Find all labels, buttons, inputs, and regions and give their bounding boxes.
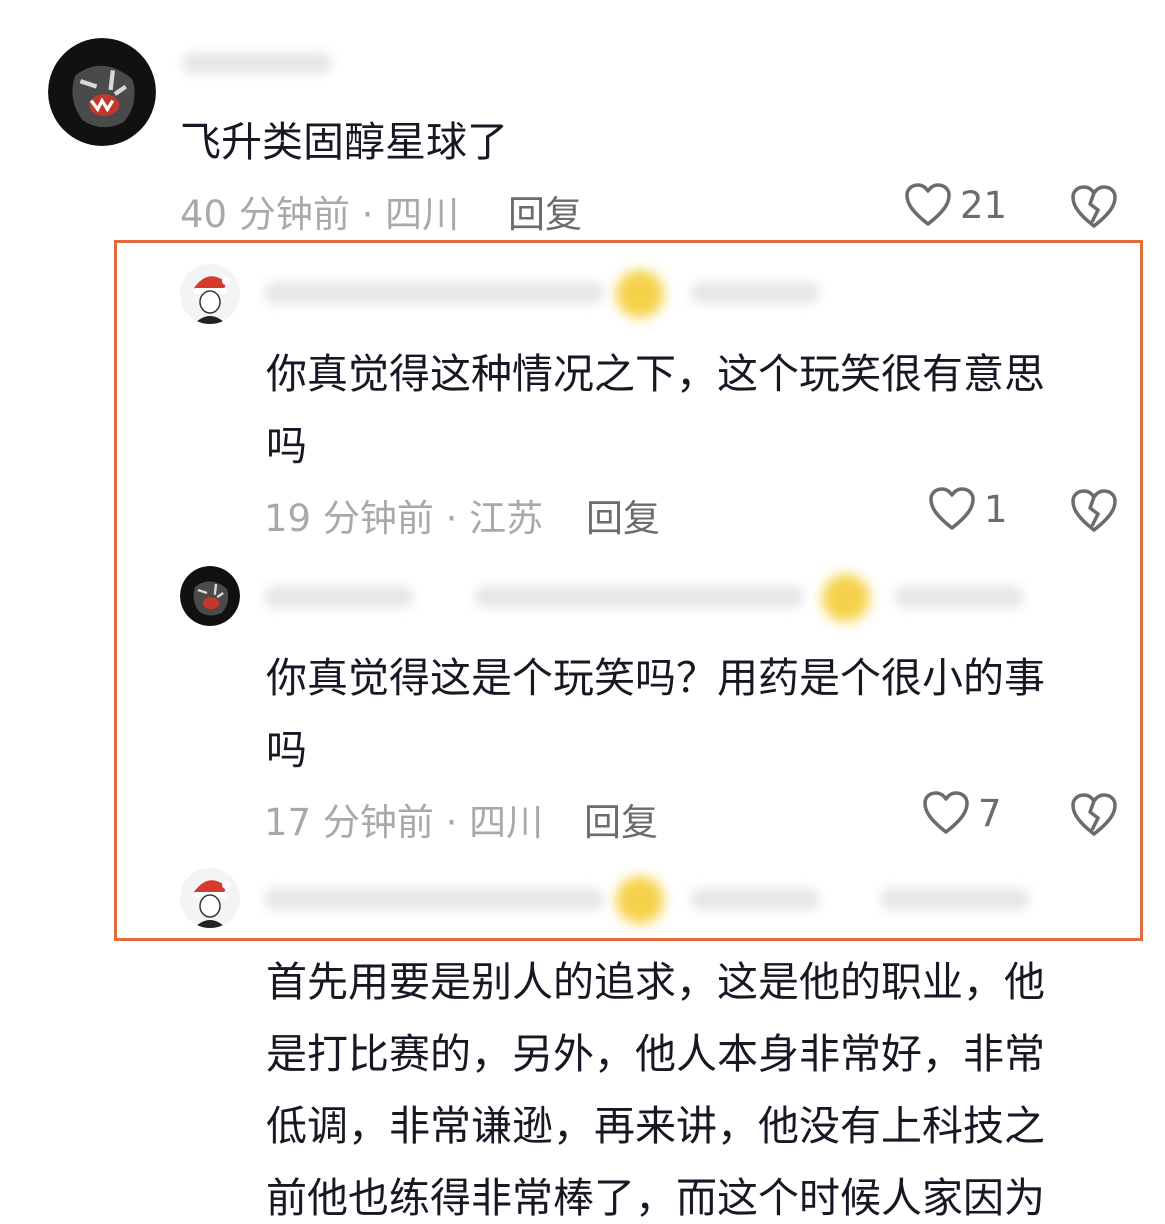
comment-text: 你真觉得这是个玩笑吗？用药是个很小的事: [266, 654, 1045, 702]
blurred-username[interactable]: [264, 586, 414, 608]
blurred-username-extra: [894, 586, 1024, 608]
emoji: [616, 270, 664, 318]
like-count: 1: [984, 487, 1008, 531]
broken-heart-icon[interactable]: [1070, 792, 1118, 838]
emoji: [616, 876, 664, 924]
comment-text: 首先用要是别人的追求，这是他的职业，他: [266, 958, 1045, 1006]
broken-heart-icon[interactable]: [1070, 184, 1118, 230]
comment-time-location: 17 分钟前 · 四川: [264, 801, 544, 844]
comment-time-location: 19 分钟前 · 江苏: [264, 497, 544, 540]
heart-outline-icon: [904, 182, 952, 228]
blurred-username-extra: [880, 888, 1030, 910]
comment-text: 前他也练得非常棒了，而这个时候人家因为: [266, 1174, 1045, 1222]
heart-outline-icon: [928, 486, 976, 532]
comment-time-location: 40 分钟前 · 四川: [180, 193, 460, 236]
avatar-santa[interactable]: [180, 868, 240, 928]
like-count: 7: [978, 791, 1002, 835]
blurred-username[interactable]: [264, 282, 604, 304]
like-count: 21: [960, 183, 1008, 227]
like-button[interactable]: 21: [904, 182, 1007, 228]
like-button[interactable]: 1: [928, 486, 1008, 532]
emoji: [822, 574, 870, 622]
comment-text: 吗: [266, 422, 307, 470]
heart-outline-icon: [922, 790, 970, 836]
blurred-username[interactable]: [182, 52, 332, 74]
reply-button[interactable]: 回复: [584, 792, 658, 846]
avatar-santa[interactable]: [180, 264, 240, 324]
blurred-username-extra: [690, 282, 820, 304]
reply-button[interactable]: 回复: [508, 184, 582, 238]
reply-button[interactable]: 回复: [586, 488, 660, 542]
comment-text: 你真觉得这种情况之下，这个玩笑很有意思: [266, 350, 1045, 398]
blurred-username-extra: [474, 586, 804, 608]
comment-text: 是打比赛的，另外，他人本身非常好，非常: [266, 1030, 1045, 1078]
broken-heart-icon[interactable]: [1070, 488, 1118, 534]
avatar-tiger[interactable]: [180, 566, 240, 626]
blurred-username[interactable]: [264, 888, 604, 910]
comment-text: 飞升类固醇星球了: [180, 118, 508, 166]
comment-text: 吗: [266, 726, 307, 774]
like-button[interactable]: 7: [922, 790, 1002, 836]
blurred-username-extra: [690, 888, 820, 910]
avatar-tiger[interactable]: [48, 38, 156, 146]
comment-text: 低调，非常谦逊，再来讲，他没有上科技之: [266, 1102, 1045, 1150]
